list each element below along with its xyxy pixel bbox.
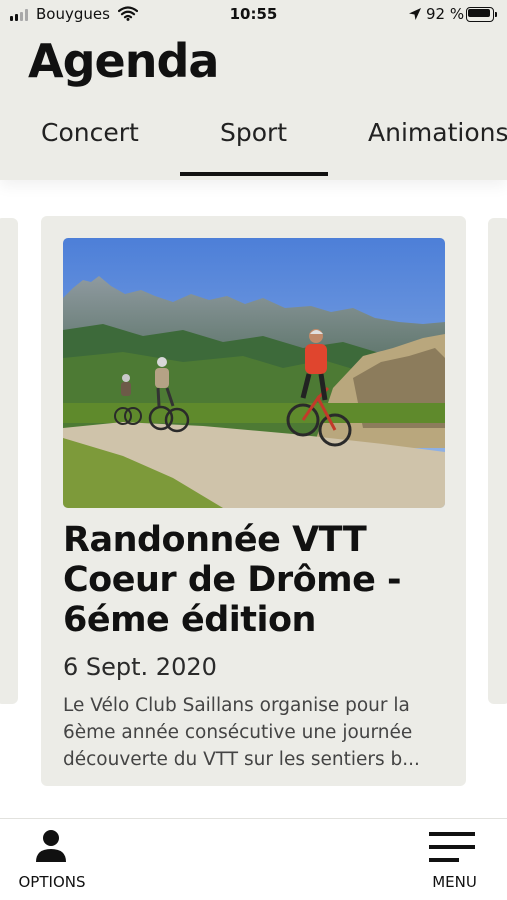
battery-percentage: 92 % [426,5,465,23]
hamburger-menu-icon [429,832,475,862]
battery-icon [466,7,498,22]
event-description: Le Vélo Club Saillans organise pour la 6… [63,695,420,770]
previous-event-card[interactable] [0,218,18,704]
tab-sport[interactable]: Sport [220,118,287,147]
bottom-navigation: OPTIONS MENU [0,818,507,900]
tab-concert[interactable]: Concert [41,118,139,147]
next-event-card[interactable] [488,218,507,704]
active-tab-indicator [180,172,328,176]
tab-animations[interactable]: Animations [368,118,507,147]
event-photo [63,238,445,508]
page-title: Agenda [28,34,219,88]
event-card[interactable]: Randonnée VTT Coeur de Drôme - 6éme édit… [41,216,466,786]
location-arrow-icon [409,8,421,20]
event-date: 6 Sept. 2020 [63,653,217,681]
options-button[interactable]: OPTIONS [0,819,104,900]
person-icon [36,830,66,862]
agenda-screen: Bouygues 10:55 92 % Agenda Concert Sport [0,0,507,900]
header: Bouygues 10:55 92 % Agenda Concert Sport [0,0,507,180]
menu-label: MENU [432,873,477,891]
status-bar: Bouygues 10:55 92 % [0,0,507,30]
event-title: Randonnée VTT Coeur de Drôme - 6éme édit… [63,520,402,640]
menu-button[interactable]: MENU [402,819,507,900]
category-tabs: Concert Sport Animations [0,112,507,176]
options-label: OPTIONS [18,873,86,891]
